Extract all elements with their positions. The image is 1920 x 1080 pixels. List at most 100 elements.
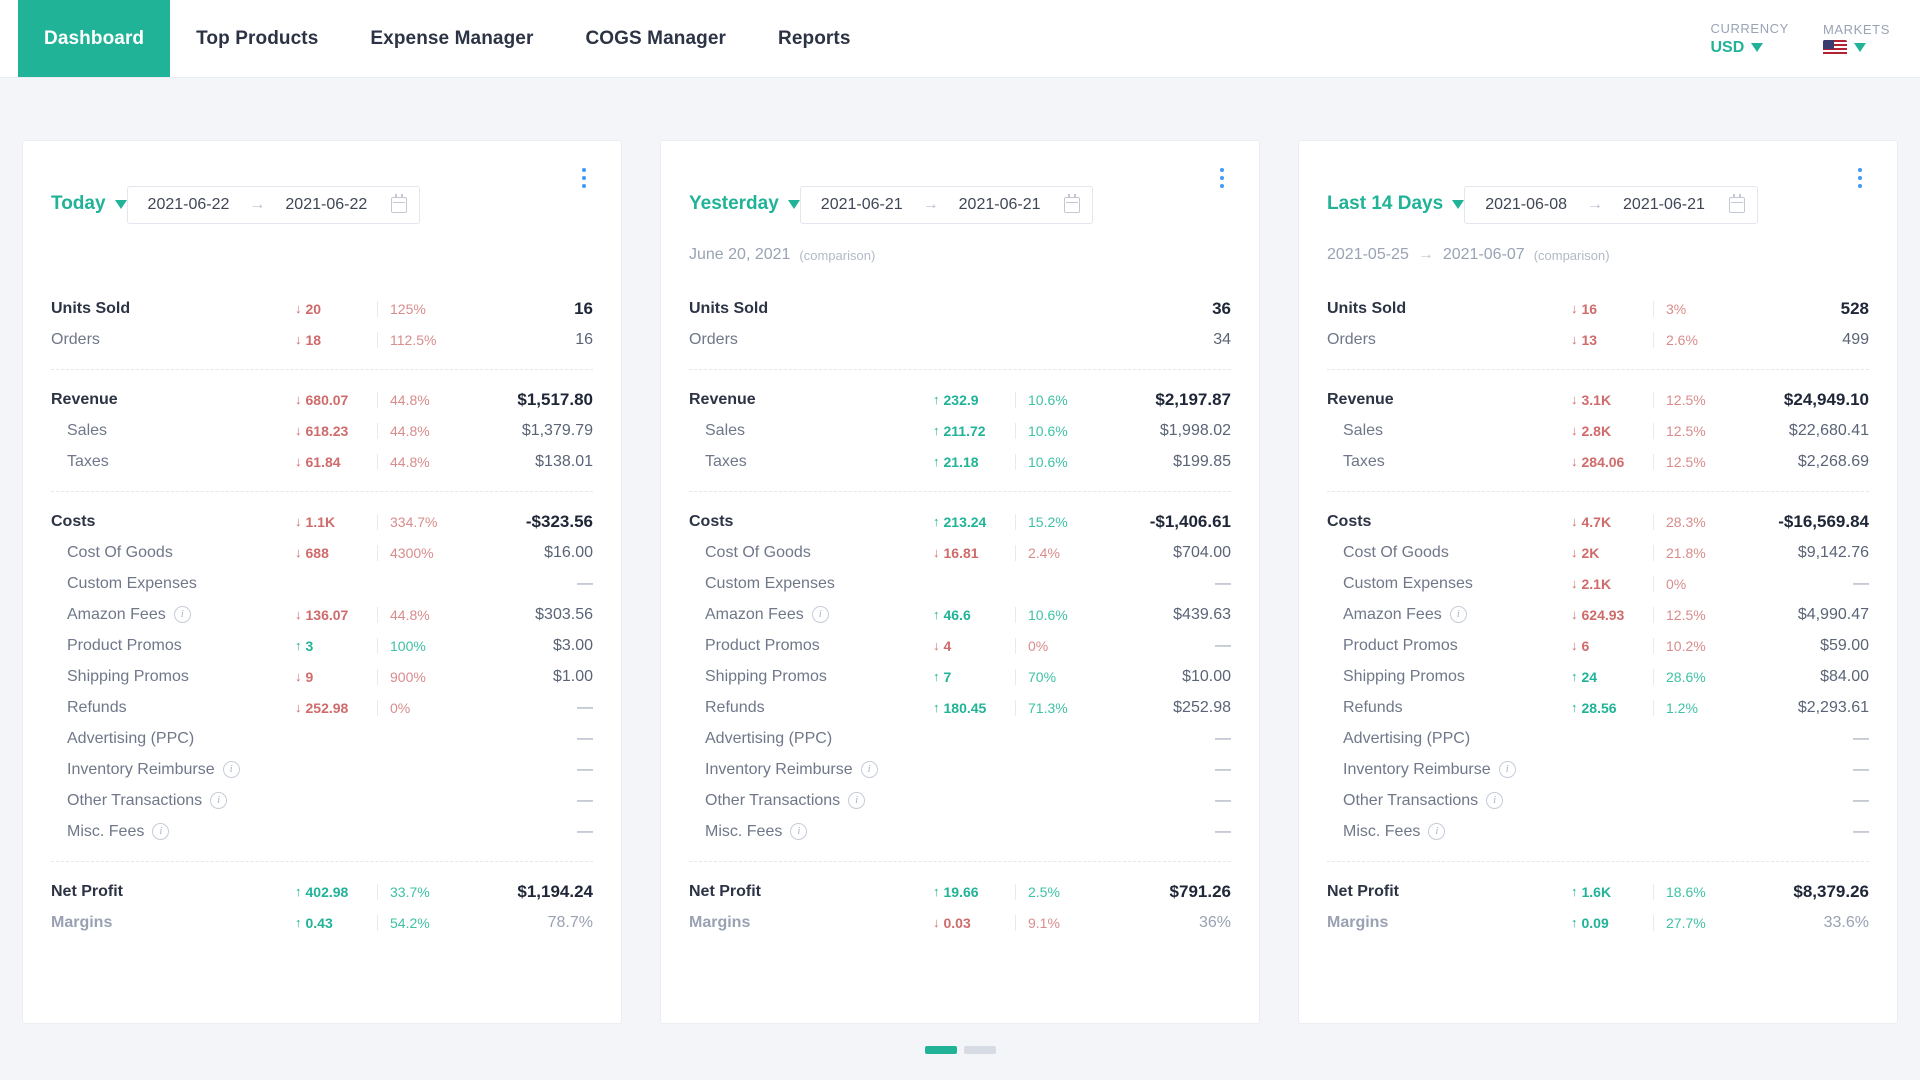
- delta-number: 136.07: [305, 606, 349, 623]
- metric-row: Shipping Promos ↓ 9 900% $1.00: [51, 661, 593, 692]
- delta-number: 284.06: [1581, 453, 1625, 470]
- card-menu-button[interactable]: [1849, 165, 1871, 191]
- pagination-dot-active[interactable]: [924, 1046, 957, 1054]
- date-to-input[interactable]: 2021-06-21: [1615, 196, 1713, 214]
- metric-label: Advertising (PPC): [1343, 729, 1471, 747]
- metric-label: Amazon Fees: [705, 605, 804, 623]
- metric-row: Advertising (PPC) —: [689, 723, 1231, 754]
- calendar-icon[interactable]: [1064, 194, 1081, 213]
- card-period-selector[interactable]: Last 14 Days: [1327, 193, 1465, 215]
- arrow-down-icon: ↓: [1571, 454, 1578, 469]
- card-header: Today 2021-06-22 → 2021-06-22: [23, 141, 621, 293]
- metric-label-wrap: Shipping Promos: [689, 668, 827, 686]
- metric-delta: ↓ 3.1K 12.5%: [1571, 391, 1721, 408]
- card-metrics: Units Sold 36 Orders 34 Revenue ↑ 232.9 10.6% $2…: [661, 293, 1259, 938]
- markets-value-button[interactable]: [1822, 39, 1866, 56]
- metric-label: Shipping Promos: [67, 667, 189, 685]
- info-icon[interactable]: i: [790, 823, 808, 840]
- metric-value: 34: [1213, 330, 1231, 348]
- date-from-input[interactable]: 2021-06-08: [1477, 196, 1575, 214]
- metric-row: Cost Of Goods ↓ 688 4300% $16.00: [51, 537, 593, 568]
- info-icon[interactable]: i: [1428, 823, 1446, 840]
- metric-label-wrap: Cost Of Goods: [1327, 544, 1449, 562]
- card-menu-button[interactable]: [573, 165, 595, 191]
- metric-label-wrap: Misc. Fees i: [51, 823, 170, 841]
- info-icon[interactable]: i: [1486, 792, 1504, 809]
- comparison-range: June 20, 2021 (comparison): [689, 246, 1231, 264]
- date-range-picker[interactable]: 2021-06-22 → 2021-06-22: [126, 186, 421, 224]
- chevron-down-icon: [1853, 43, 1866, 52]
- metric-label: Taxes: [705, 452, 747, 470]
- delta-number: 618.23: [305, 422, 349, 439]
- date-range-picker[interactable]: 2021-06-08 → 2021-06-21: [1464, 186, 1758, 224]
- delta-down-value: ↓ 284.06: [1571, 454, 1653, 470]
- tab-cogs-manager[interactable]: COGS Manager: [559, 0, 752, 77]
- arrow-down-icon: ↓: [1571, 301, 1578, 316]
- metric-row: Product Promos ↓ 6 10.2% $59.00: [1327, 630, 1869, 661]
- date-from-input[interactable]: 2021-06-21: [813, 196, 911, 214]
- metric-delta: ↑ 24 28.6%: [1571, 668, 1721, 685]
- metric-label-wrap: Orders: [51, 331, 100, 349]
- tab-expense-manager[interactable]: Expense Manager: [344, 0, 559, 77]
- metric-label: Inventory Reimburse: [1343, 760, 1491, 778]
- delta-percent: 2.6%: [1653, 331, 1698, 348]
- currency-value-button[interactable]: USD: [1710, 39, 1764, 57]
- metric-label-wrap: Refunds: [1327, 699, 1403, 717]
- metric-label-wrap: Advertising (PPC): [1327, 730, 1470, 748]
- metric-value: $16.00: [544, 543, 593, 561]
- card-period-selector[interactable]: Today: [51, 193, 127, 215]
- metric-value: —: [577, 760, 593, 778]
- metric-delta: ↓ 0.03 9.1%: [933, 914, 1083, 931]
- delta-up-value: ↑ 211.72: [933, 423, 1015, 439]
- info-icon[interactable]: i: [210, 792, 228, 809]
- metric-delta: ↓ 4 0%: [933, 637, 1083, 654]
- metric-label-wrap: Orders: [689, 331, 738, 349]
- info-icon[interactable]: i: [848, 792, 866, 809]
- tab-dashboard[interactable]: Dashboard: [18, 0, 171, 77]
- metric-label: Sales: [705, 421, 746, 439]
- info-icon[interactable]: i: [152, 823, 170, 840]
- metric-row: Advertising (PPC) —: [1327, 723, 1869, 754]
- metric-label: Product Promos: [705, 636, 820, 654]
- metric-row: Product Promos ↑ 3 100% $3.00: [51, 630, 593, 661]
- info-icon[interactable]: i: [860, 761, 878, 778]
- delta-percent: 900%: [377, 668, 426, 685]
- calendar-icon[interactable]: [391, 194, 408, 213]
- delta-number: 20: [305, 300, 322, 317]
- metric-label-wrap: Taxes: [51, 453, 109, 471]
- date-to-input[interactable]: 2021-06-22: [277, 196, 375, 214]
- metric-label-wrap: Costs: [51, 513, 95, 531]
- comparison-range: 2021-05-25 → 2021-06-07 (comparison): [1327, 246, 1869, 264]
- metric-label: Advertising (PPC): [705, 729, 833, 747]
- tab-top-products[interactable]: Top Products: [170, 0, 344, 77]
- metric-value: —: [1853, 791, 1869, 809]
- delta-percent: 71.3%: [1015, 699, 1068, 716]
- metric-label: Orders: [689, 330, 738, 348]
- metric-delta: ↑ 46.6 10.6%: [933, 606, 1083, 623]
- pagination-dot[interactable]: [963, 1046, 996, 1054]
- metric-label-wrap: Amazon Fees i: [1327, 606, 1467, 624]
- arrow-down-icon: ↓: [295, 301, 302, 316]
- info-icon[interactable]: i: [1449, 606, 1467, 623]
- metric-label: Margins: [1327, 913, 1389, 931]
- metric-label-wrap: Costs: [689, 513, 733, 531]
- metric-value: 78.7%: [547, 913, 593, 931]
- card-period-selector[interactable]: Yesterday: [689, 193, 800, 215]
- metric-label-wrap: Costs: [1327, 513, 1371, 531]
- markets-selector[interactable]: MARKETS: [1822, 22, 1890, 56]
- info-icon[interactable]: i: [811, 606, 829, 623]
- calendar-icon[interactable]: [1728, 194, 1745, 213]
- currency-selector[interactable]: CURRENCY USD: [1710, 21, 1788, 57]
- date-from-input[interactable]: 2021-06-22: [140, 196, 238, 214]
- delta-percent: 33.7%: [377, 883, 430, 900]
- info-icon[interactable]: i: [173, 606, 191, 623]
- info-icon[interactable]: i: [1498, 761, 1516, 778]
- date-to-input[interactable]: 2021-06-21: [951, 196, 1049, 214]
- date-range-picker[interactable]: 2021-06-21 → 2021-06-21: [799, 186, 1094, 224]
- card-metrics: Units Sold ↓ 16 3% 528 Orders ↓ 13 2.6% 499 Revenu…: [1299, 293, 1897, 938]
- info-icon[interactable]: i: [222, 761, 240, 778]
- tab-reports[interactable]: Reports: [752, 0, 877, 77]
- delta-up-value: ↑ 46.6: [933, 607, 1015, 623]
- card-menu-button[interactable]: [1211, 165, 1233, 191]
- metric-value: 528: [1840, 298, 1869, 318]
